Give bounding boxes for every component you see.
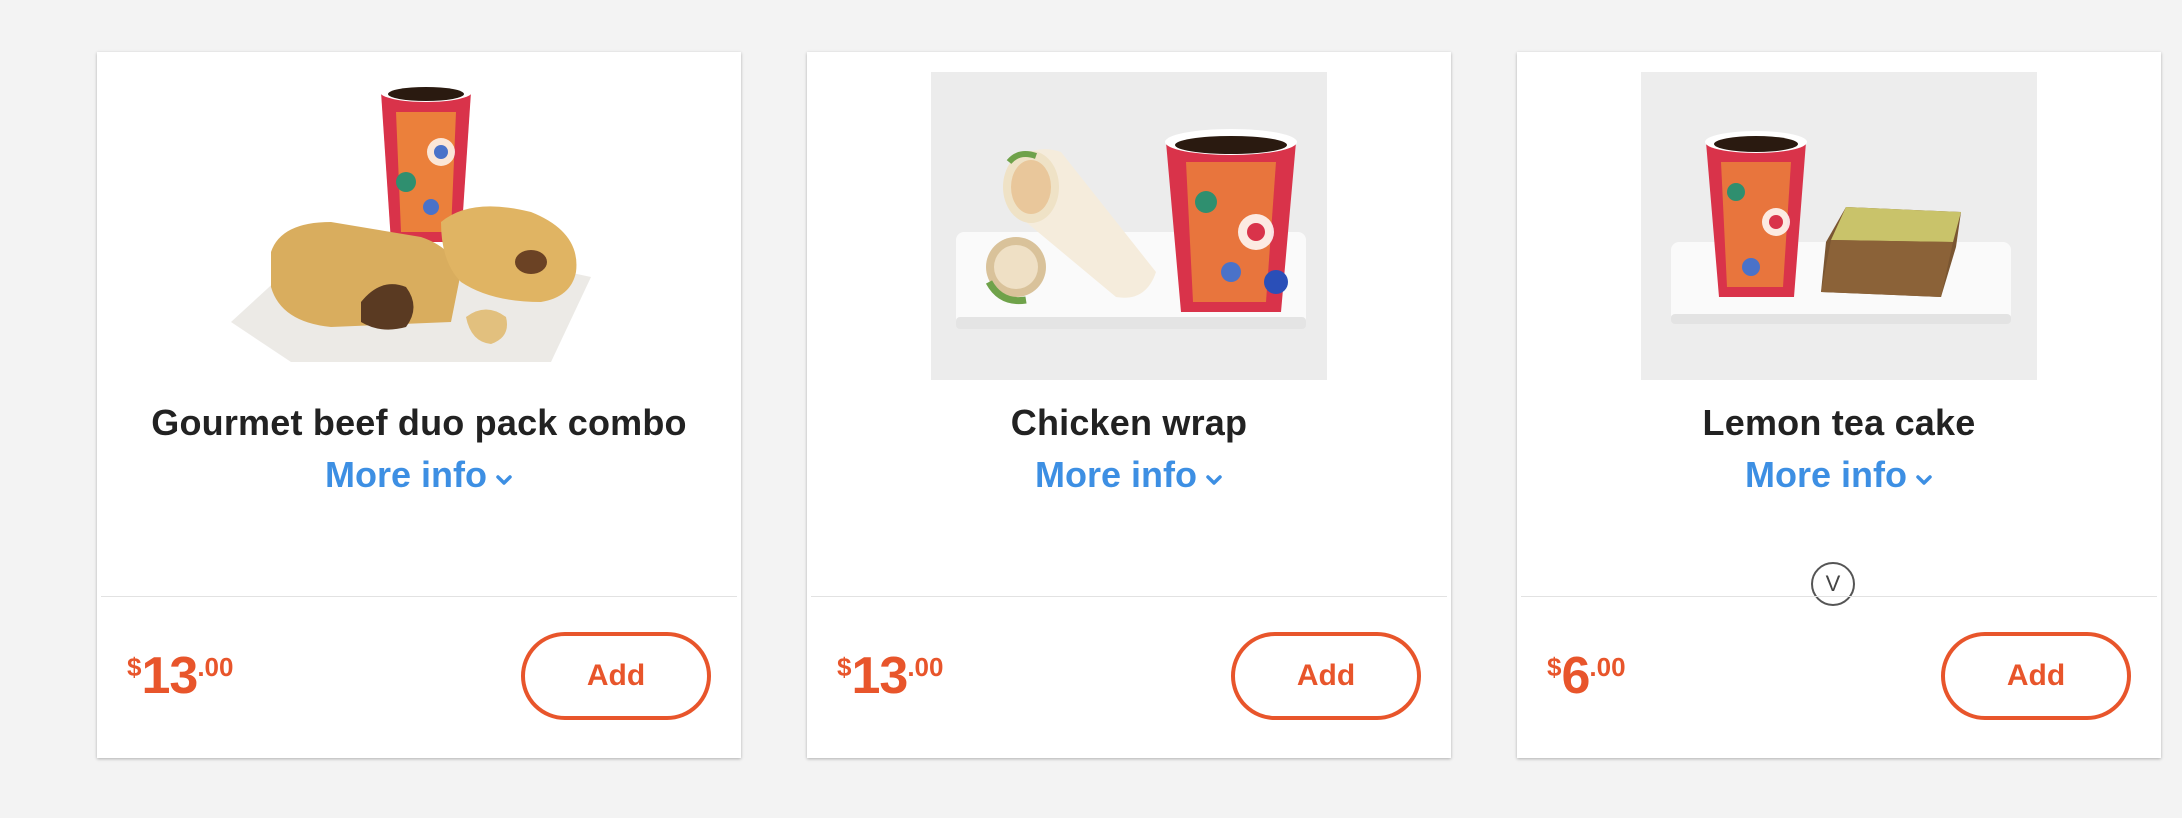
product-price: $6.00	[1547, 647, 1626, 705]
divider	[811, 596, 1447, 597]
more-info-label: More info	[1745, 454, 1907, 495]
product-image-beef-duo[interactable]	[221, 72, 617, 380]
more-info-label: More info	[1035, 454, 1197, 495]
product-price: $13.00	[837, 647, 944, 705]
add-button[interactable]: Add	[1231, 632, 1421, 720]
product-image-chicken-wrap[interactable]	[931, 72, 1327, 380]
product-title: Gourmet beef duo pack combo	[151, 402, 687, 443]
chevron-down-icon	[495, 453, 513, 495]
product-title: Chicken wrap	[1010, 402, 1248, 443]
add-button[interactable]: Add	[521, 632, 711, 720]
add-button[interactable]: Add	[1941, 632, 2131, 720]
divider	[1521, 596, 2157, 597]
wrap-and-coffee-image	[931, 72, 1327, 380]
product-price: $13.00	[127, 647, 234, 705]
more-info-label: More info	[325, 454, 487, 495]
product-image-lemon-tea-cake[interactable]	[1641, 72, 2037, 380]
pie-and-coffee-image	[231, 82, 591, 362]
product-card: Gourmet beef duo pack combo More info $1…	[97, 52, 741, 758]
chevron-down-icon	[1915, 453, 1933, 495]
more-info-link[interactable]: More info	[1517, 454, 2161, 496]
product-title: Lemon tea cake	[1702, 402, 1976, 443]
chevron-down-icon	[1205, 453, 1223, 495]
cake-and-coffee-image	[1641, 72, 2037, 380]
divider	[101, 596, 737, 597]
more-info-link[interactable]: More info	[807, 454, 1451, 496]
product-card: Lemon tea cake More info V $6.00 Add	[1517, 52, 2161, 758]
more-info-link[interactable]: More info	[97, 454, 741, 496]
vegetarian-badge-icon: V	[1811, 562, 1855, 606]
product-card: Chicken wrap More info $13.00 Add	[807, 52, 1451, 758]
